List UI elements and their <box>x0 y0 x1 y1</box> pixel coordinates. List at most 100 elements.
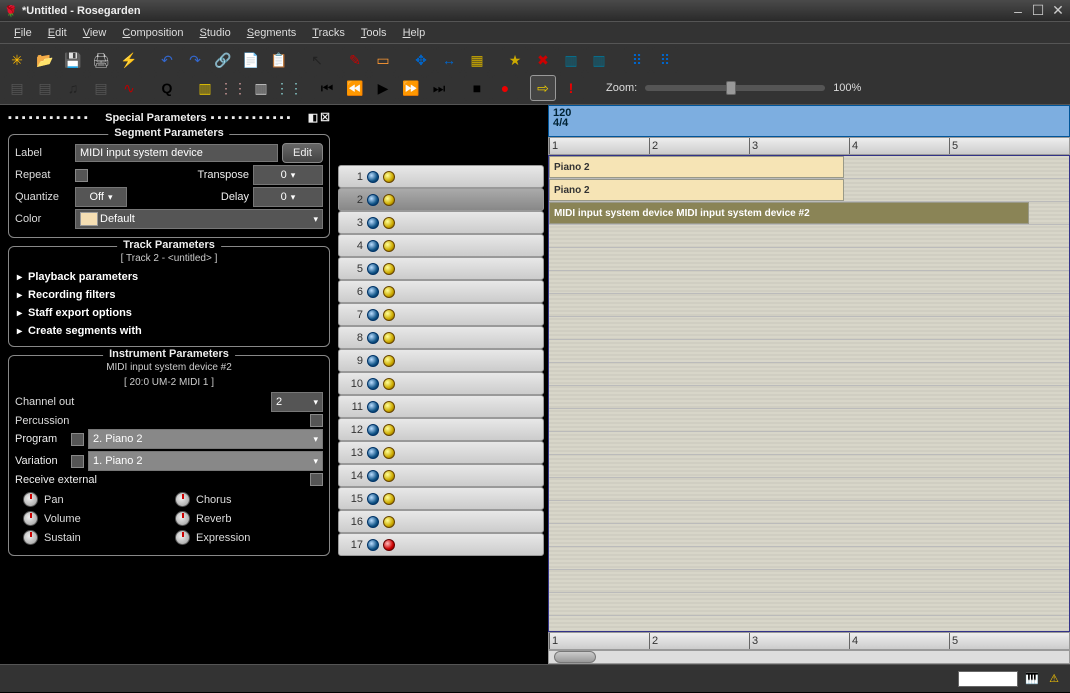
bar-ruler-bottom[interactable]: 12345 <box>548 632 1070 650</box>
track-row-8[interactable]: 8 <box>338 326 544 349</box>
mute-led[interactable] <box>367 378 379 390</box>
record-led[interactable] <box>383 493 395 505</box>
pointer-button[interactable]: ↖ <box>304 47 330 73</box>
mute-led[interactable] <box>367 447 379 459</box>
menu-help[interactable]: Help <box>395 27 434 39</box>
segment[interactable]: MIDI input system device MIDI input syst… <box>549 202 1029 224</box>
menu-tracks[interactable]: Tracks <box>304 27 353 39</box>
delete-button[interactable]: ✖ <box>530 47 556 73</box>
notation-button[interactable]: ♫ <box>60 75 86 101</box>
program-checkbox[interactable] <box>71 433 84 446</box>
open-button[interactable]: 📂 <box>32 47 58 73</box>
chorus-knob[interactable] <box>175 492 190 507</box>
mute-led[interactable] <box>367 332 379 344</box>
expression-knob[interactable] <box>175 530 190 545</box>
track-param-0[interactable]: Playback parameters <box>15 268 323 286</box>
mute-led[interactable] <box>367 194 379 206</box>
ffwd-button[interactable]: ⏩ <box>398 75 424 101</box>
copy-button[interactable]: 📄 <box>238 47 264 73</box>
mixer-button[interactable]: ⋮⋮ <box>276 75 302 101</box>
label-input[interactable] <box>75 144 278 162</box>
fav-button[interactable]: ★ <box>502 47 528 73</box>
sidebar-detach-icon[interactable]: ◧ <box>308 111 318 124</box>
record-led[interactable] <box>383 378 395 390</box>
redo-button[interactable]: ↷ <box>182 47 208 73</box>
bar-ruler-top[interactable]: 12345 <box>548 137 1070 155</box>
tracks-up-button[interactable]: ▥ <box>558 47 584 73</box>
split-button[interactable]: ▦ <box>464 47 490 73</box>
thunder-button[interactable]: ⚡ <box>116 47 142 73</box>
program-select[interactable]: 2. Piano 2 <box>88 429 323 449</box>
zoom-slider[interactable] <box>645 85 825 91</box>
track-row-15[interactable]: 15 <box>338 487 544 510</box>
receive-checkbox[interactable] <box>310 473 323 486</box>
keys-button[interactable]: ▥ <box>248 75 274 101</box>
record-led[interactable] <box>383 171 395 183</box>
close-button[interactable]: ✕ <box>1050 3 1066 19</box>
record-led[interactable] <box>383 309 395 321</box>
mute-led[interactable] <box>367 424 379 436</box>
mute-led[interactable] <box>367 217 379 229</box>
record-led[interactable] <box>383 240 395 252</box>
mute-led[interactable] <box>367 516 379 528</box>
save-button[interactable]: 💾 <box>60 47 86 73</box>
mute-led[interactable] <box>367 171 379 183</box>
record-led[interactable] <box>383 401 395 413</box>
percussion-checkbox[interactable] <box>310 414 323 427</box>
track-param-3[interactable]: Create segments with <box>15 322 323 340</box>
mute-led[interactable] <box>367 401 379 413</box>
track-row-14[interactable]: 14 <box>338 464 544 487</box>
ffwd-end-button[interactable]: ⏭ <box>426 75 452 101</box>
reverb-knob[interactable] <box>175 511 190 526</box>
link-button[interactable]: 🔗 <box>210 47 236 73</box>
track-param-2[interactable]: Staff export options <box>15 304 323 322</box>
sidebar-close-icon[interactable]: ☒ <box>320 111 330 124</box>
record-led[interactable] <box>383 217 395 229</box>
mute-led[interactable] <box>367 263 379 275</box>
menu-segments[interactable]: Segments <box>239 27 305 39</box>
variation-select[interactable]: 1. Piano 2 <box>88 451 323 471</box>
track-row-12[interactable]: 12 <box>338 418 544 441</box>
mute-led[interactable] <box>367 240 379 252</box>
variation-checkbox[interactable] <box>71 455 84 468</box>
record-led[interactable] <box>383 470 395 482</box>
track-row-1[interactable]: 1 <box>338 165 544 188</box>
dots1-button[interactable]: ⠿ <box>624 47 650 73</box>
quantize-button[interactable]: Q <box>154 75 180 101</box>
scrollbar-thumb[interactable] <box>554 651 596 663</box>
track-row-4[interactable]: 4 <box>338 234 544 257</box>
segment-canvas[interactable]: Piano 2Piano 2MIDI input system device M… <box>548 155 1070 632</box>
menu-composition[interactable]: Composition <box>114 27 191 39</box>
record-led[interactable] <box>383 539 395 551</box>
resize-button[interactable]: ↔ <box>436 47 462 73</box>
horizontal-scrollbar[interactable] <box>548 650 1070 664</box>
paste-button[interactable]: 📋 <box>266 47 292 73</box>
menu-edit[interactable]: Edit <box>40 27 75 39</box>
maximize-button[interactable]: ☐ <box>1030 3 1046 19</box>
move-button[interactable]: ✥ <box>408 47 434 73</box>
draw-button[interactable]: ✎ <box>342 47 368 73</box>
volume-knob[interactable] <box>23 511 38 526</box>
track-row-2[interactable]: 2 <box>338 188 544 211</box>
transpose-select[interactable]: 0 <box>253 165 323 185</box>
zoom-handle[interactable] <box>726 81 736 95</box>
panic-button[interactable]: ! <box>558 75 584 101</box>
stop-button[interactable]: ■ <box>464 75 490 101</box>
track-row-10[interactable]: 10 <box>338 372 544 395</box>
rewind-button[interactable]: ⏪ <box>342 75 368 101</box>
mute-led[interactable] <box>367 539 379 551</box>
track-row-16[interactable]: 16 <box>338 510 544 533</box>
midi-button[interactable]: ▤ <box>4 75 30 101</box>
record-led[interactable] <box>383 447 395 459</box>
track-row-11[interactable]: 11 <box>338 395 544 418</box>
tempo-ruler[interactable]: 120 4/4 <box>548 105 1070 137</box>
dots2-button[interactable]: ⠿ <box>652 47 678 73</box>
record-led[interactable] <box>383 194 395 206</box>
track-row-17[interactable]: 17 <box>338 533 544 556</box>
record-led[interactable] <box>383 263 395 275</box>
pan-knob[interactable] <box>23 492 38 507</box>
record-led[interactable] <box>383 424 395 436</box>
minimize-button[interactable]: – <box>1010 3 1026 19</box>
print-button[interactable]: 🖨 <box>88 47 114 73</box>
new-button[interactable]: ✳ <box>4 47 30 73</box>
